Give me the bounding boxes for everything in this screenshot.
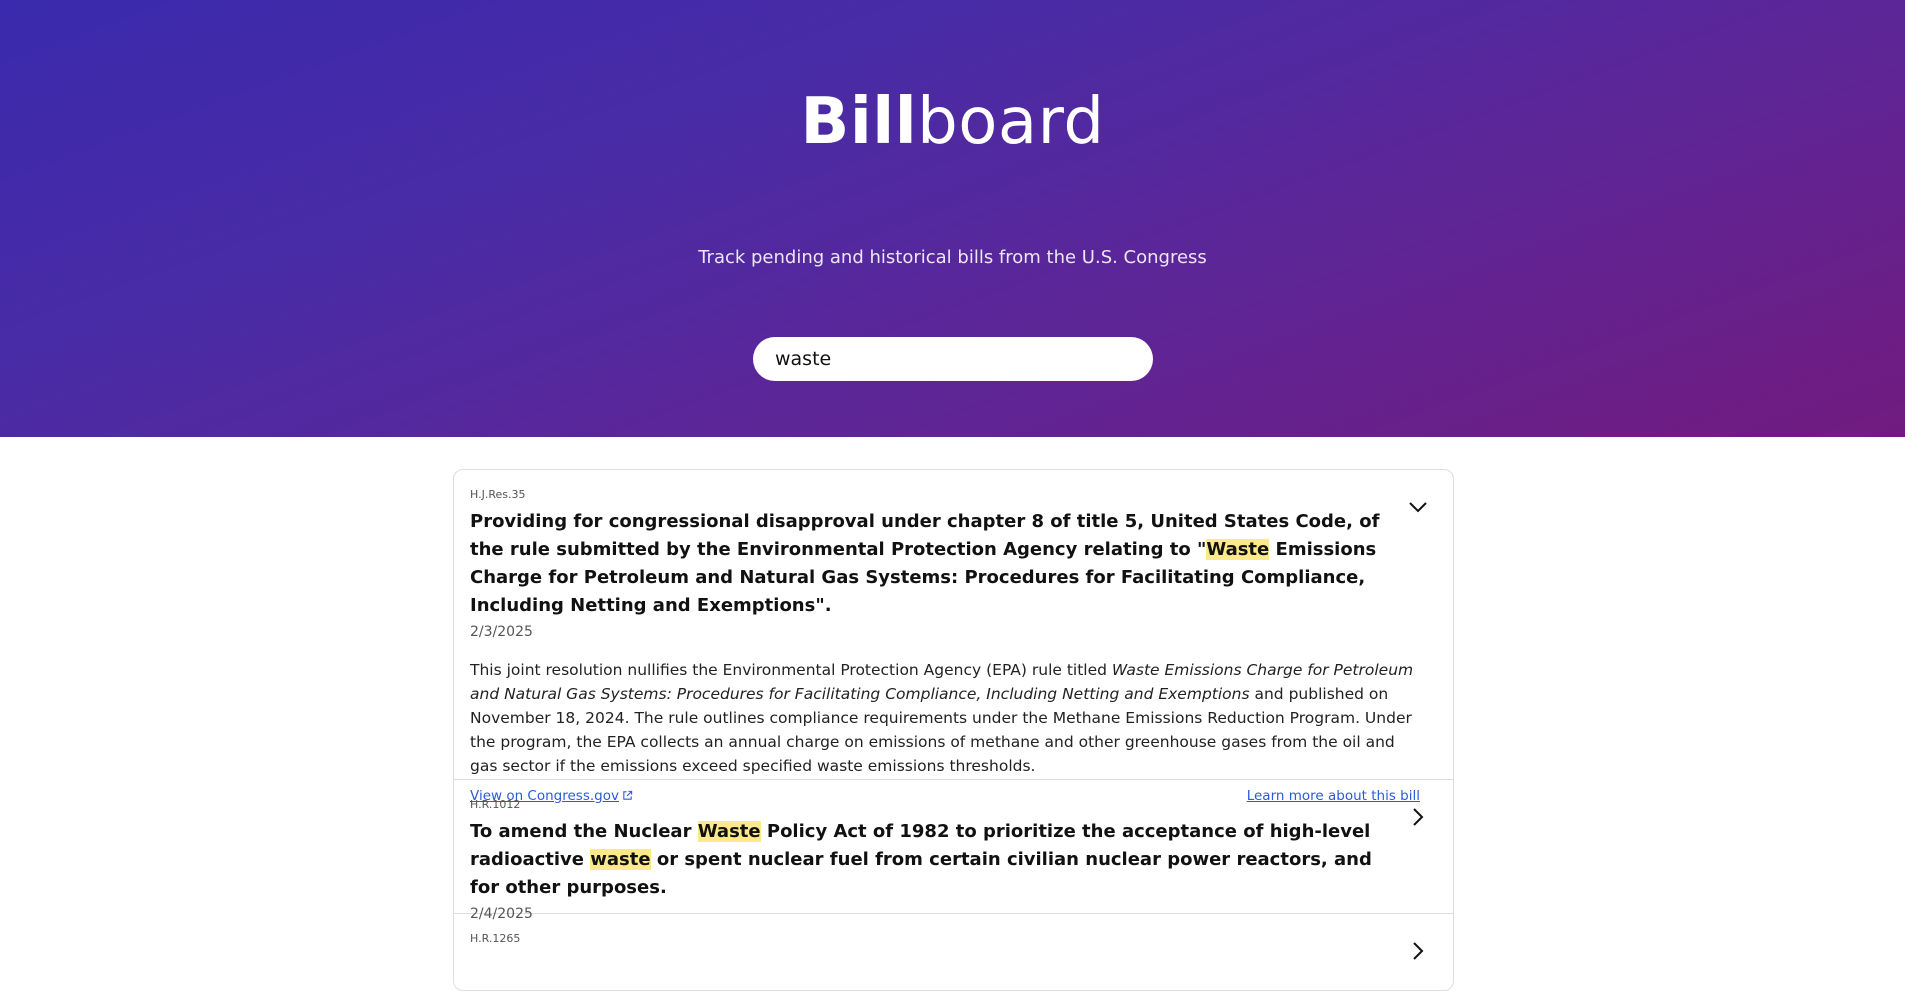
search-box[interactable] [753, 337, 1153, 381]
chevron-right-icon[interactable] [1407, 806, 1429, 828]
results-list: H.J.Res.35 Providing for congressional d… [453, 469, 1454, 991]
bill-card[interactable]: H.R.1265 [454, 914, 1453, 990]
title-text: To amend the Nuclear [470, 821, 698, 842]
search-highlight: Waste [697, 821, 761, 842]
summary-text: This joint resolution nullifies the Envi… [470, 661, 1112, 679]
chevron-down-icon[interactable] [1407, 496, 1429, 518]
search-input[interactable] [773, 347, 1133, 371]
bill-title[interactable]: To amend the Nuclear Waste Policy Act of… [470, 818, 1390, 902]
search-highlight: Waste [1206, 539, 1270, 560]
tagline: Track pending and historical bills from … [698, 247, 1207, 268]
bill-id: H.R.1012 [470, 798, 521, 811]
brand-light: board [917, 85, 1105, 159]
bill-card[interactable]: H.R.1012 To amend the Nuclear Waste Poli… [454, 780, 1453, 922]
bill-card[interactable]: H.J.Res.35 Providing for congressional d… [454, 470, 1453, 804]
bill-id: H.R.1265 [470, 932, 521, 945]
bill-id: H.J.Res.35 [470, 488, 526, 501]
hero-banner: Billboard Track pending and historical b… [0, 0, 1905, 437]
chevron-right-icon[interactable] [1407, 940, 1429, 962]
app-logo: Billboard [0, 82, 1905, 162]
bill-summary: This joint resolution nullifies the Envi… [470, 658, 1420, 778]
brand-bold: Bill [800, 85, 918, 159]
bill-title[interactable]: Providing for congressional disapproval … [470, 508, 1390, 620]
bill-date: 2/3/2025 [470, 624, 533, 640]
search-highlight: waste [590, 849, 651, 870]
